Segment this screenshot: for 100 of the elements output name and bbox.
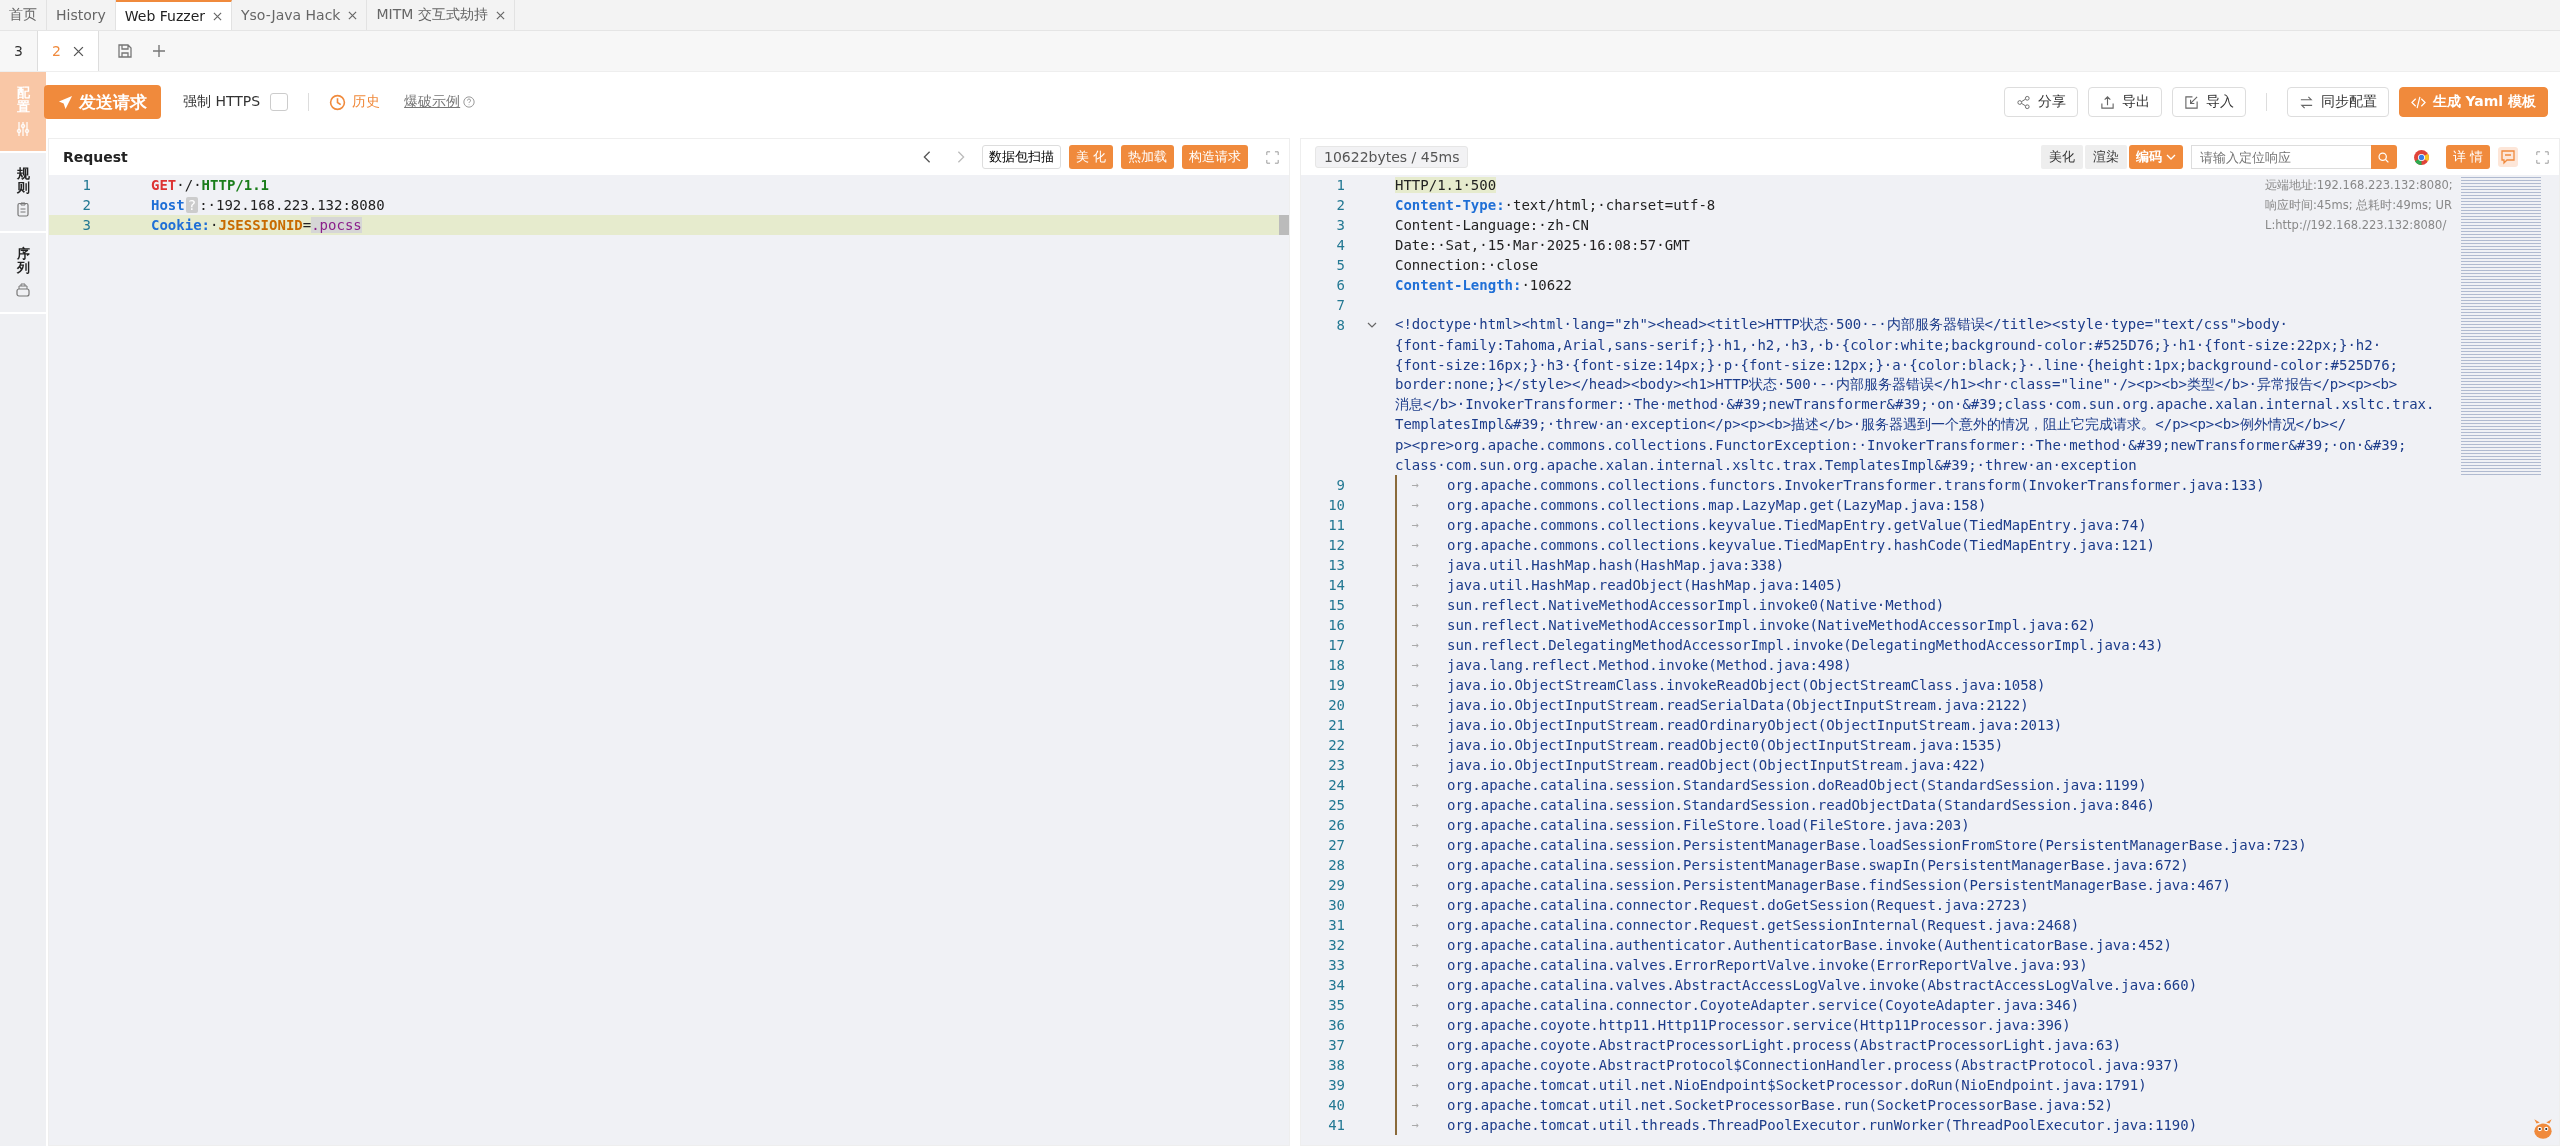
page-tab[interactable]: 首页 <box>0 0 47 30</box>
close-icon[interactable] <box>72 45 84 57</box>
line-number: 27 <box>1327 837 1346 853</box>
line-number: 2 <box>1335 197 1346 213</box>
line-number: 21 <box>1327 717 1346 733</box>
line-number: 1 <box>81 177 92 193</box>
help-icon[interactable] <box>463 96 476 108</box>
toolbar-button[interactable]: 同步配置 <box>2286 87 2389 117</box>
stack-icon <box>15 281 31 298</box>
line-number: 2 <box>81 197 92 213</box>
code-line: {font-family:Tahoma,Arial,sans-serif;}·h1,·h2,·h3,·b·{color:white;background-color:#525D76;}·h1·{font-size:22px;}·h2· <box>1395 337 2382 353</box>
line-number: 18 <box>1327 657 1346 673</box>
line-number: 39 <box>1327 1077 1346 1093</box>
code-line: org.apache.catalina.session.StandardSession.doReadObject(StandardSession.java:1199) <box>1447 777 2147 793</box>
tab-marker: → <box>1410 1058 1420 1072</box>
code-line: java.util.HashMap.readObject(HashMap.java:1405) <box>1447 577 1844 593</box>
tab-marker: → <box>1410 938 1420 952</box>
close-icon[interactable] <box>213 11 222 21</box>
scrollbar-thumb[interactable] <box>1279 215 1289 235</box>
panel-title: Request <box>63 149 128 165</box>
back-icon[interactable] <box>921 150 932 164</box>
code-line: org.apache.coyote.http11.Http11Processor.service(Http11Processor.java:396) <box>1447 1017 2071 1033</box>
swap-arrows-icon <box>2298 94 2314 110</box>
toolbar-button[interactable]: 导入 <box>2171 87 2246 117</box>
line-number: 40 <box>1327 1097 1346 1113</box>
line-number: 3 <box>1335 217 1346 233</box>
scan-button[interactable]: 数据包扫描 <box>981 145 1061 169</box>
line-number: 23 <box>1327 757 1346 773</box>
search-icon <box>2377 150 2391 164</box>
code-icon <box>2410 94 2426 110</box>
line-number: 38 <box>1327 1057 1346 1073</box>
line-number: 3 <box>81 217 92 233</box>
toolbar-button[interactable]: 分享 <box>2003 87 2078 117</box>
code-line: Content-Type:·text/html;·charset=utf-8 <box>1395 197 1716 213</box>
code-line: sun.reflect.DelegatingMethodAccessorImpl.invoke(DelegatingMethodAccessorImpl.java:43) <box>1447 637 2164 653</box>
code-line: TemplatesImpl&#39;·threw·an·exception</p><p><b>描述</b>·服务器遇到一个意外的情况，阻止它完成请求。</p><p><b>例外情况</b></ <box>1395 416 2347 434</box>
code-line: org.apache.catalina.session.PersistentManagerBase.swapIn(PersistentManagerBase.java:672) <box>1447 857 2189 873</box>
page-tab[interactable]: Yso-Java Hack <box>232 0 368 30</box>
line-number: 35 <box>1327 997 1346 1013</box>
save-icon[interactable] <box>116 43 133 59</box>
tab-marker: → <box>1410 698 1420 712</box>
view-button[interactable]: 渲染 <box>2084 145 2127 169</box>
fullscreen-icon[interactable] <box>1266 150 1279 164</box>
tab-marker: → <box>1410 518 1420 532</box>
share-icon <box>2015 94 2031 110</box>
code-line: Host ? :·192.168.223.132:8080 <box>151 197 385 213</box>
fullscreen-icon[interactable] <box>2536 150 2549 164</box>
line-number: 1 <box>1335 177 1346 193</box>
code-line: org.apache.commons.collections.keyvalue.TiedMapEntry.getValue(TiedMapEntry.java:74) <box>1447 517 2147 533</box>
code-line: java.io.ObjectInputStream.readObject(ObjectInputStream.java:422) <box>1447 757 1987 773</box>
code-line: org.apache.coyote.AbstractProcessorLight.process(AbstractProcessorLight.java:63) <box>1447 1037 2122 1053</box>
code-line: org.apache.catalina.authenticator.AuthenticatorBase.invoke(AuthenticatorBase.java:452) <box>1447 937 2172 953</box>
example-link[interactable]: 爆破示例 <box>404 93 461 111</box>
code-line: p><pre>org.apache.commons.collections.FunctorException:·InvokerTransformer:·The·method·&#39;newTransformer&#39;·on·&#39; <box>1395 437 2407 453</box>
code-line: org.apache.catalina.connector.CoyoteAdapter.service(CoyoteAdapter.java:346) <box>1447 997 2080 1013</box>
caret-icon <box>2165 154 2176 160</box>
code-line: org.apache.tomcat.util.net.SocketProcessorBase.run(SocketProcessorBase.java:52) <box>1447 1097 2113 1113</box>
comment-icon[interactable] <box>2498 147 2518 167</box>
browser-icon[interactable] <box>2412 148 2430 166</box>
code-line: org.apache.tomcat.util.net.NioEndpoint$SocketProcessor.doRun(NioEndpoint.java:1791) <box>1447 1077 2147 1093</box>
search-button[interactable] <box>2370 145 2397 169</box>
toolbar-button[interactable]: 导出 <box>2087 87 2162 117</box>
page-tab[interactable]: History <box>47 0 116 30</box>
tab-marker: → <box>1410 958 1420 972</box>
line-number: 24 <box>1327 777 1346 793</box>
tab-marker: → <box>1410 558 1420 572</box>
tab-marker: → <box>1410 538 1420 552</box>
page-tab[interactable]: MITM 交互式劫持 <box>367 0 515 30</box>
send-icon <box>58 94 73 110</box>
view-button[interactable]: 美化 <box>2040 145 2083 169</box>
side-tab[interactable]: 规则 <box>0 152 46 234</box>
tab-marker: → <box>1410 1018 1420 1032</box>
tab-marker: → <box>1410 818 1420 832</box>
sliders-icon <box>15 120 31 137</box>
checkbox[interactable] <box>270 93 289 111</box>
page-tab[interactable]: Web Fuzzer <box>115 0 232 30</box>
side-tab[interactable]: 序列 <box>0 233 46 314</box>
close-icon[interactable] <box>495 10 505 20</box>
line-number: 13 <box>1327 557 1346 573</box>
close-icon[interactable] <box>348 10 358 20</box>
tab-marker: → <box>1410 778 1420 792</box>
tab-marker: → <box>1410 798 1420 812</box>
fuzzer-tab[interactable]: 3 <box>0 31 38 71</box>
upload-icon <box>2099 94 2115 110</box>
line-number: 22 <box>1327 737 1346 753</box>
line-number: 20 <box>1327 697 1346 713</box>
code-line: org.apache.catalina.connector.Request.doGetSession(Request.java:2723) <box>1447 897 2029 913</box>
tab-marker: → <box>1410 498 1420 512</box>
plus-icon[interactable] <box>150 43 167 59</box>
line-number: 32 <box>1327 937 1346 953</box>
code-line: GET·/·HTTP/1.1 <box>151 177 270 193</box>
line-number: 33 <box>1327 957 1346 973</box>
tab-marker: → <box>1410 578 1420 592</box>
tab-marker: → <box>1410 478 1420 492</box>
line-number: 10 <box>1327 497 1346 513</box>
clock-icon[interactable] <box>329 93 347 111</box>
code-line: sun.reflect.NativeMethodAccessorImpl.invoke0(Native·Method) <box>1447 597 1945 613</box>
forward-icon[interactable] <box>955 150 966 164</box>
search-field[interactable]: 请输入定位响应 <box>2190 145 2371 169</box>
chevron-down-icon[interactable] <box>1367 320 1377 330</box>
